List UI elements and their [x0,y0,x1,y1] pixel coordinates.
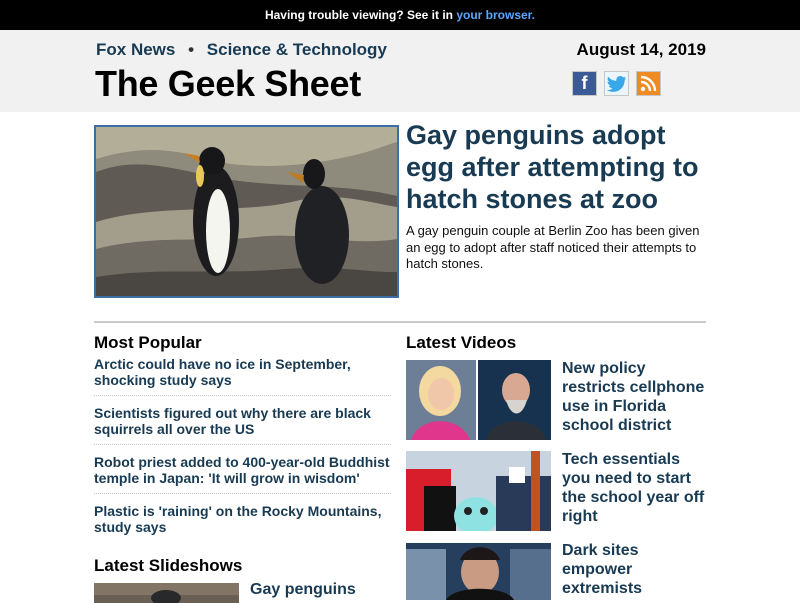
most-popular-heading: Most Popular [94,333,202,352]
latest-videos-heading: Latest Videos [406,333,517,352]
section-divider [94,321,706,323]
rss-icon[interactable] [636,71,661,96]
most-popular-item-4[interactable]: Plastic is 'raining' on the Rocky Mounta… [94,503,391,542]
most-popular-item-2[interactable]: Scientists figured out why there are bla… [94,405,391,445]
breadcrumb-separator: • [188,40,195,59]
trouble-viewing-bar: Having trouble viewing? See it in your b… [0,0,800,30]
trouble-viewing-text: Having trouble viewing? See it in [264,8,457,22]
facebook-icon[interactable]: f [572,71,597,96]
hero-summary: A gay penguin couple at Berlin Zoo has b… [406,223,700,271]
breadcrumb-science-technology[interactable]: Science & Technology [207,40,387,60]
news-commentator-thumbnail-icon [406,543,551,600]
most-popular-item-1[interactable]: Arctic could have no ice in September, s… [94,356,391,396]
video-thumbnail-3[interactable] [406,543,551,600]
latest-slideshows-heading: Latest Slideshows [94,556,243,575]
slideshow-thumbnail-1[interactable] [94,583,239,603]
penguins-slideshow-icon [94,583,239,603]
penguins-photo-icon [96,127,397,296]
newsletter-date: August 14, 2019 [576,40,706,59]
browser-link[interactable]: your browser. [456,8,535,22]
newsletter-title: The Geek Sheet [95,63,361,104]
masthead: Fox News • Science & Technology The Geek… [0,30,800,112]
news-anchors-thumbnail-icon [406,360,551,440]
slideshow-title-1[interactable]: Gay penguins [250,581,356,599]
hero-headline-link[interactable]: Gay penguins adopt egg after attempting … [406,119,716,215]
video-thumbnail-1[interactable] [406,360,551,440]
video-title-2[interactable]: Tech essentials you need to start the sc… [562,450,712,526]
social-links: f [572,71,661,96]
twitter-icon[interactable] [604,71,629,96]
video-thumbnail-2[interactable] [406,451,551,531]
most-popular-item-3[interactable]: Robot priest added to 400-year-old Buddh… [94,454,391,494]
video-title-3[interactable]: Dark sites empower extremists [562,541,712,598]
video-title-1[interactable]: New policy restricts cellphone use in Fl… [562,359,712,435]
tech-gear-thumbnail-icon [406,451,551,531]
hero-image[interactable] [94,125,399,298]
breadcrumb: Fox News • Science & Technology [96,40,387,60]
breadcrumb-fox-news[interactable]: Fox News [96,40,175,60]
most-popular-list: Arctic could have no ice in September, s… [94,356,391,551]
